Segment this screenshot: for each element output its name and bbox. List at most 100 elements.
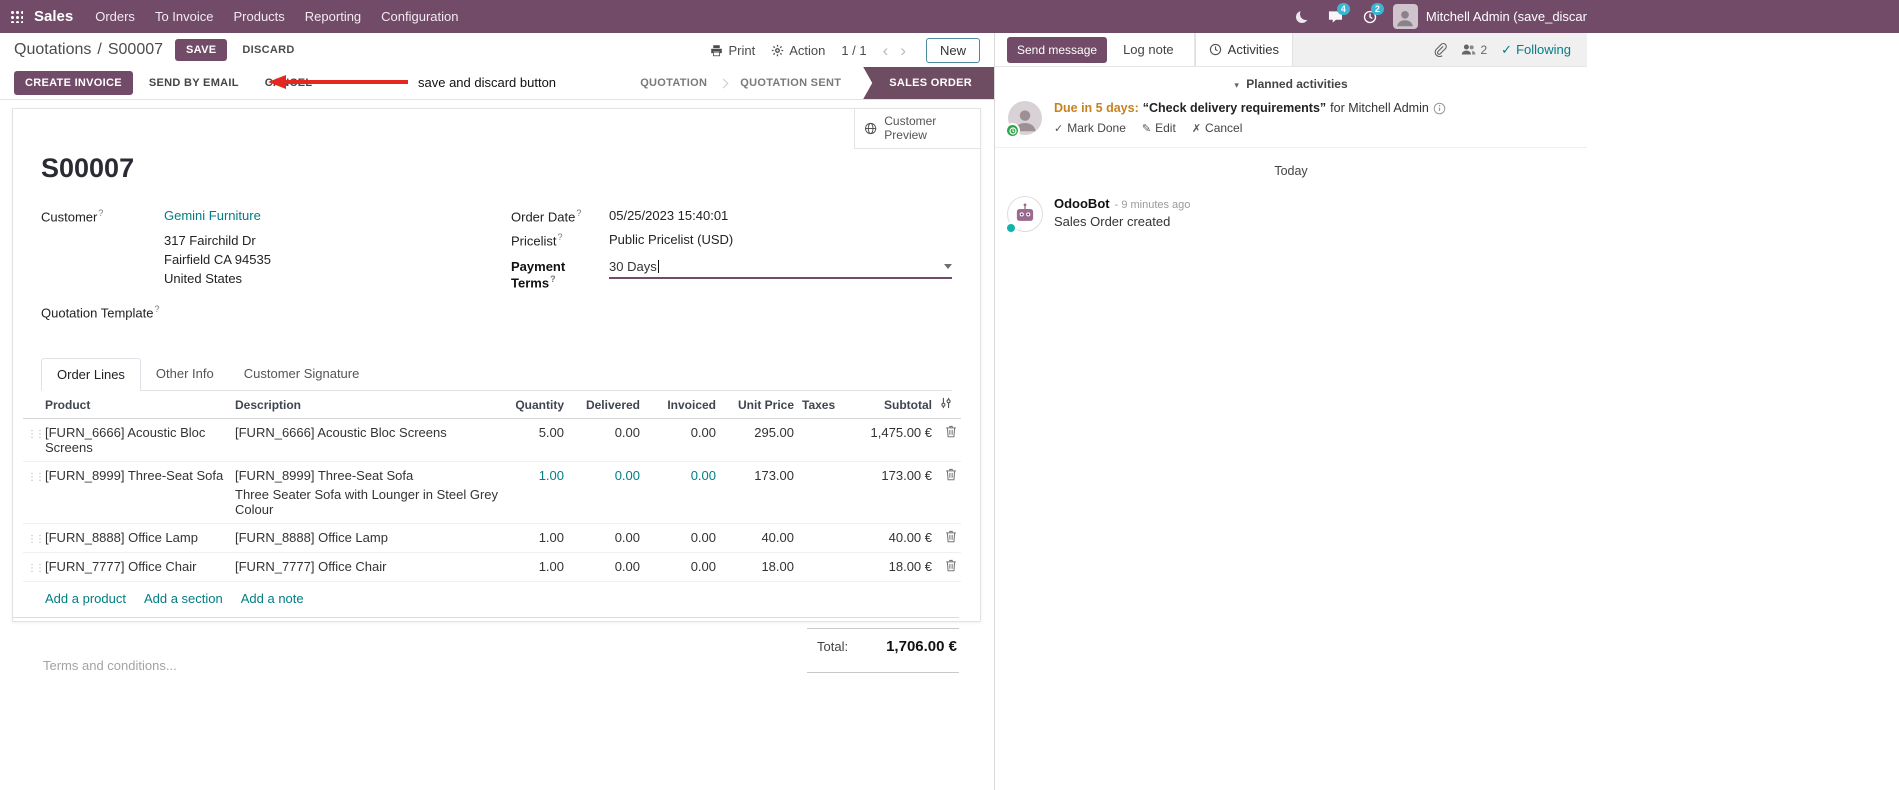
customer-preview-button[interactable]: Customer Preview: [854, 109, 980, 149]
order-date-value[interactable]: 05/25/2023 15:40:01: [609, 208, 728, 223]
discard-button[interactable]: DISCARD: [233, 39, 303, 61]
info-icon[interactable]: [1433, 102, 1446, 115]
cell-quantity[interactable]: 1.00: [506, 552, 568, 583]
delete-line-button[interactable]: [936, 523, 961, 554]
cell-invoiced[interactable]: 0.00: [644, 461, 720, 525]
cell-invoiced[interactable]: 0.00: [644, 418, 720, 463]
delete-line-button[interactable]: [936, 461, 961, 525]
menu-to-invoice[interactable]: To Invoice: [145, 0, 224, 33]
print-button[interactable]: Print: [710, 43, 755, 58]
step-quotation[interactable]: QUOTATION: [624, 67, 723, 99]
step-quotation-sent[interactable]: QUOTATION SENT: [724, 67, 857, 99]
cell-delivered[interactable]: 0.00: [568, 418, 644, 463]
delete-line-button[interactable]: [936, 552, 961, 583]
tab-other-info[interactable]: Other Info: [141, 358, 229, 390]
cell-product[interactable]: [FURN_8888] Office Lamp: [41, 523, 231, 554]
new-button[interactable]: New: [925, 37, 980, 63]
order-line-row[interactable]: ⋮⋮ [FURN_8999] Three-Seat Sofa [FURN_899…: [23, 461, 961, 525]
cancel-button[interactable]: CANCEL: [255, 71, 323, 95]
cell-unit-price[interactable]: 295.00: [720, 418, 798, 463]
activities-tab[interactable]: Activities: [1194, 33, 1293, 66]
cell-quantity[interactable]: 1.00: [506, 523, 568, 554]
col-delivered[interactable]: Delivered: [568, 391, 644, 420]
cell-unit-price[interactable]: 18.00: [720, 552, 798, 583]
cell-product[interactable]: [FURN_7777] Office Chair: [41, 552, 231, 583]
cell-product[interactable]: [FURN_8999] Three-Seat Sofa: [41, 461, 231, 525]
cell-unit-price[interactable]: 173.00: [720, 461, 798, 525]
terms-placeholder[interactable]: Terms and conditions...: [43, 658, 177, 673]
messages-tray-button[interactable]: 4: [1321, 0, 1351, 33]
user-avatar[interactable]: [1392, 4, 1418, 29]
pricelist-value[interactable]: Public Pricelist (USD): [609, 232, 733, 247]
drag-handle-icon[interactable]: ⋮⋮: [27, 534, 45, 545]
cell-invoiced[interactable]: 0.00: [644, 552, 720, 583]
message-author[interactable]: OdooBot: [1054, 196, 1110, 211]
cell-invoiced[interactable]: 0.00: [644, 523, 720, 554]
step-sales-order[interactable]: SALES ORDER: [863, 67, 994, 99]
menu-orders[interactable]: Orders: [85, 0, 145, 33]
pager-next-icon[interactable]: ›: [896, 42, 910, 59]
cell-description[interactable]: [FURN_6666] Acoustic Bloc Screens: [231, 418, 506, 463]
cell-taxes[interactable]: [798, 552, 836, 583]
cancel-activity-button[interactable]: ✗ Cancel: [1192, 121, 1243, 135]
cell-delivered[interactable]: 0.00: [568, 523, 644, 554]
app-brand[interactable]: Sales: [34, 8, 73, 25]
log-note-button[interactable]: Log note: [1115, 36, 1182, 63]
cell-taxes[interactable]: [798, 461, 836, 525]
activities-tray-button[interactable]: 2: [1355, 0, 1385, 33]
cell-product[interactable]: [FURN_6666] Acoustic Bloc Screens: [41, 418, 231, 463]
mark-done-button[interactable]: ✓ Mark Done: [1054, 121, 1126, 135]
cell-description[interactable]: [FURN_8888] Office Lamp: [231, 523, 506, 554]
col-unit-price[interactable]: Unit Price: [720, 391, 798, 420]
menu-products[interactable]: Products: [223, 0, 294, 33]
cell-quantity[interactable]: 5.00: [506, 418, 568, 463]
cell-delivered[interactable]: 0.00: [568, 552, 644, 583]
cell-delivered[interactable]: 0.00: [568, 461, 644, 525]
col-taxes[interactable]: Taxes: [798, 391, 836, 420]
customer-link[interactable]: Gemini Furniture: [164, 208, 261, 223]
delete-line-button[interactable]: [936, 418, 961, 463]
drag-handle-icon[interactable]: ⋮⋮: [27, 429, 45, 440]
cell-taxes[interactable]: [798, 418, 836, 463]
cell-description[interactable]: [FURN_7777] Office Chair: [231, 552, 506, 583]
dark-mode-toggle[interactable]: [1287, 0, 1317, 33]
add-section-link[interactable]: Add a section: [144, 591, 223, 606]
col-description[interactable]: Description: [231, 391, 506, 420]
cell-quantity[interactable]: 1.00: [506, 461, 568, 525]
optional-columns-button[interactable]: [936, 391, 961, 420]
cell-taxes[interactable]: [798, 523, 836, 554]
col-invoiced[interactable]: Invoiced: [644, 391, 720, 420]
add-note-link[interactable]: Add a note: [241, 591, 304, 606]
planned-activities-toggle[interactable]: ▾ Planned activities: [995, 77, 1587, 91]
user-menu[interactable]: Mitchell Admin (save_discar: [1426, 9, 1587, 24]
dropdown-caret-icon[interactable]: [944, 263, 952, 269]
apps-menu-button[interactable]: [0, 0, 32, 33]
col-product[interactable]: Product: [41, 391, 231, 420]
order-line-row[interactable]: ⋮⋮ [FURN_7777] Office Chair [FURN_7777] …: [23, 552, 961, 583]
col-subtotal[interactable]: Subtotal: [836, 391, 936, 420]
payment-terms-input[interactable]: 30 Days: [609, 259, 952, 279]
pager-previous-icon[interactable]: ‹: [879, 42, 893, 59]
action-button[interactable]: Action: [771, 43, 825, 58]
send-by-email-button[interactable]: SEND BY EMAIL: [139, 71, 249, 95]
cell-description[interactable]: [FURN_8999] Three-Seat Sofa Three Seater…: [231, 461, 506, 525]
tab-customer-signature[interactable]: Customer Signature: [229, 358, 375, 390]
send-message-button[interactable]: Send message: [1007, 36, 1108, 63]
drag-handle-icon[interactable]: ⋮⋮: [27, 563, 45, 574]
order-line-row[interactable]: ⋮⋮ [FURN_8888] Office Lamp [FURN_8888] O…: [23, 523, 961, 554]
breadcrumb-quotations[interactable]: Quotations: [14, 41, 91, 59]
attachments-button[interactable]: [1433, 42, 1448, 57]
drag-handle-icon[interactable]: ⋮⋮: [27, 472, 45, 483]
add-product-link[interactable]: Add a product: [45, 591, 126, 606]
cell-unit-price[interactable]: 40.00: [720, 523, 798, 554]
edit-activity-button[interactable]: ✎ Edit: [1142, 121, 1176, 135]
tab-order-lines[interactable]: Order Lines: [41, 358, 141, 392]
menu-reporting[interactable]: Reporting: [295, 0, 371, 33]
quotation-template-label[interactable]: Quotation Template?: [41, 304, 160, 320]
message-avatar[interactable]: [1005, 196, 1043, 234]
followers-button[interactable]: 2: [1461, 43, 1487, 57]
activity-avatar[interactable]: [1005, 101, 1042, 138]
following-button[interactable]: ✓ Following: [1501, 42, 1571, 58]
save-button[interactable]: SAVE: [175, 39, 228, 61]
col-quantity[interactable]: Quantity: [506, 391, 568, 420]
